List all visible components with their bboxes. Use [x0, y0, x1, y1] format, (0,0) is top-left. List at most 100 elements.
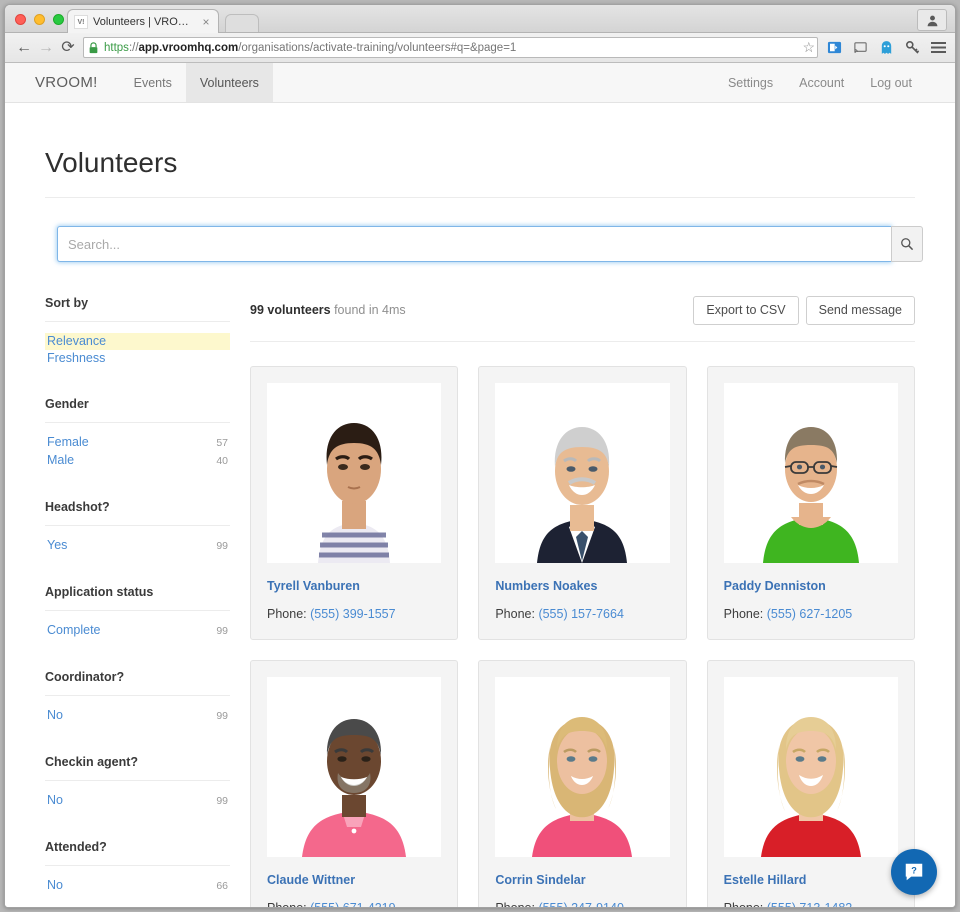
phone-label: Phone:	[723, 606, 764, 621]
volunteer-name-link[interactable]: Estelle Hillard	[724, 873, 898, 887]
facet-item-attended-no[interactable]: No 66	[45, 877, 230, 895]
browser-window: V! Volunteers | VROOM! × ← → ⟳ https://a…	[4, 4, 956, 908]
facet-item-male[interactable]: Male 40	[45, 452, 230, 470]
volunteer-name-link[interactable]: Tyrell Vanburen	[267, 579, 441, 593]
volunteer-name-link[interactable]: Corrin Sindelar	[495, 873, 669, 887]
star-icon[interactable]: ☆	[802, 40, 815, 54]
phone-label: Phone:	[267, 606, 307, 621]
facet-label: Male	[47, 453, 75, 467]
nav-item-events[interactable]: Events	[120, 63, 186, 102]
volunteer-name-link[interactable]: Numbers Noakes	[495, 579, 669, 593]
primary-nav: Events Volunteers	[120, 63, 273, 102]
facet-label: No	[47, 878, 63, 892]
nav-item-settings[interactable]: Settings	[715, 63, 786, 102]
address-bar[interactable]: https://app.vroomhq.com/organisations/ac…	[83, 37, 818, 58]
facet-count: 99	[216, 710, 228, 722]
help-chat-button[interactable]: ?	[891, 849, 937, 895]
export-to-csv-button[interactable]: Export to CSV	[693, 296, 799, 325]
close-window-button[interactable]	[15, 14, 26, 25]
page-viewport: VROOM! Events Volunteers Settings Accoun…	[5, 63, 955, 907]
volunteer-phone: Phone: (555) 671-4219	[267, 901, 441, 908]
help-chat-icon: ?	[905, 863, 923, 881]
facet-item-headshot-yes[interactable]: Yes 99	[45, 537, 230, 555]
brand-logo[interactable]: VROOM!	[35, 63, 120, 102]
facet-item-coordinator-no[interactable]: No 99	[45, 707, 230, 725]
maximize-window-button[interactable]	[53, 14, 64, 25]
volunteer-name-link[interactable]: Claude Wittner	[267, 873, 441, 887]
url-scheme: https	[104, 41, 129, 54]
volunteer-phone: Phone: (555) 157-7664	[495, 607, 669, 621]
reload-icon[interactable]: ⟳	[57, 37, 79, 59]
facet-count: 99	[216, 540, 228, 552]
results-actions: Export to CSV Send message	[693, 296, 915, 325]
forward-arrow-icon[interactable]: →	[35, 37, 57, 59]
volunteer-card-grid: Tyrell Vanburen Phone: (555) 399-1557 Nu…	[250, 365, 915, 908]
close-tab-icon[interactable]: ×	[200, 16, 212, 28]
facet-item-relevance[interactable]: Relevance	[45, 333, 230, 350]
facet-item-checkin-agent-no[interactable]: No 99	[45, 792, 230, 810]
page-title: Volunteers	[45, 147, 178, 178]
new-tab-button[interactable]	[225, 14, 259, 32]
hamburger-menu-icon[interactable]	[930, 39, 947, 56]
search-input[interactable]	[57, 226, 891, 262]
facet-title-gender: Gender	[45, 397, 230, 423]
minimize-window-button[interactable]	[34, 14, 45, 25]
back-arrow-icon[interactable]: ←	[13, 37, 35, 59]
results-timing: found in 4ms	[334, 303, 406, 318]
volunteer-photo	[495, 676, 670, 857]
secondary-nav: Settings Account Log out	[715, 63, 925, 102]
facet-list-application-status: Complete 99	[45, 622, 230, 640]
key-icon[interactable]	[904, 39, 921, 56]
phone-link[interactable]: (555) 713-1482	[767, 901, 852, 908]
url-path: /organisations/activate-training/volunte…	[238, 41, 517, 54]
facet-list-gender: Female 57 Male 40	[45, 434, 230, 470]
volunteer-card[interactable]: Corrin Sindelar Phone: (555) 247-9140	[478, 659, 687, 908]
phone-link[interactable]: (555) 627-1205	[767, 607, 852, 621]
browser-titlebar: V! Volunteers | VROOM! ×	[5, 5, 955, 34]
phone-link[interactable]: (555) 247-9140	[538, 901, 623, 908]
volunteer-name-link[interactable]: Paddy Denniston	[724, 579, 898, 593]
page-content: Volunteers Sort by	[5, 147, 955, 907]
facet-count: 57	[216, 437, 228, 449]
phone-label: Phone:	[267, 901, 307, 908]
volunteer-photo	[267, 676, 442, 857]
ghost-icon[interactable]	[878, 39, 895, 56]
volunteer-card[interactable]: Claude Wittner Phone: (555) 671-4219	[250, 659, 459, 908]
facet-count: 40	[216, 455, 228, 467]
nav-item-account[interactable]: Account	[786, 63, 857, 102]
facet-item-female[interactable]: Female 57	[45, 434, 230, 452]
profile-avatar-icon[interactable]	[917, 9, 947, 31]
volunteer-phone: Phone: (555) 399-1557	[267, 607, 441, 621]
facet-list-headshot: Yes 99	[45, 537, 230, 555]
search-submit-button[interactable]	[891, 226, 923, 262]
nav-item-logout[interactable]: Log out	[857, 63, 925, 102]
favicon-icon: V!	[74, 15, 88, 29]
title-divider	[45, 197, 915, 198]
url-text: https://app.vroomhq.com/organisations/ac…	[104, 42, 516, 54]
facet-title-headshot: Headshot?	[45, 500, 230, 526]
phone-label: Phone:	[495, 901, 535, 908]
browser-tab[interactable]: V! Volunteers | VROOM! ×	[67, 9, 219, 34]
volunteer-card[interactable]: Numbers Noakes Phone: (555) 157-7664	[478, 365, 687, 640]
facet-list-checkin-agent: No 99	[45, 792, 230, 810]
facet-item-freshness[interactable]: Freshness	[45, 350, 230, 367]
volunteer-photo	[495, 382, 670, 563]
volunteer-phone: Phone: (555) 713-1482	[724, 901, 898, 908]
results-summary: 99 volunteers found in 4ms	[250, 303, 406, 317]
extension-icon[interactable]	[826, 39, 843, 56]
volunteer-card[interactable]: Tyrell Vanburen Phone: (555) 399-1557	[250, 365, 459, 640]
phone-link[interactable]: (555) 157-7664	[538, 607, 623, 621]
phone-link[interactable]: (555) 671-4219	[310, 901, 395, 908]
nav-item-volunteers[interactable]: Volunteers	[185, 63, 273, 102]
phone-link[interactable]: (555) 399-1557	[310, 607, 395, 621]
facet-item-complete[interactable]: Complete 99	[45, 622, 230, 640]
volunteer-card[interactable]: Estelle Hillard Phone: (555) 713-1482	[706, 659, 915, 908]
send-message-button[interactable]: Send message	[805, 296, 915, 325]
volunteer-card[interactable]: Paddy Denniston Phone: (555) 627-1205	[706, 365, 915, 640]
cast-icon[interactable]	[852, 39, 869, 56]
facet-count: 99	[216, 625, 228, 637]
facet-label: No	[47, 793, 63, 807]
tab-title: Volunteers | VROOM!	[93, 16, 197, 28]
facet-list-sort-by: Relevance Freshness	[45, 333, 230, 367]
facet-title-checkin-agent: Checkin agent?	[45, 755, 230, 781]
